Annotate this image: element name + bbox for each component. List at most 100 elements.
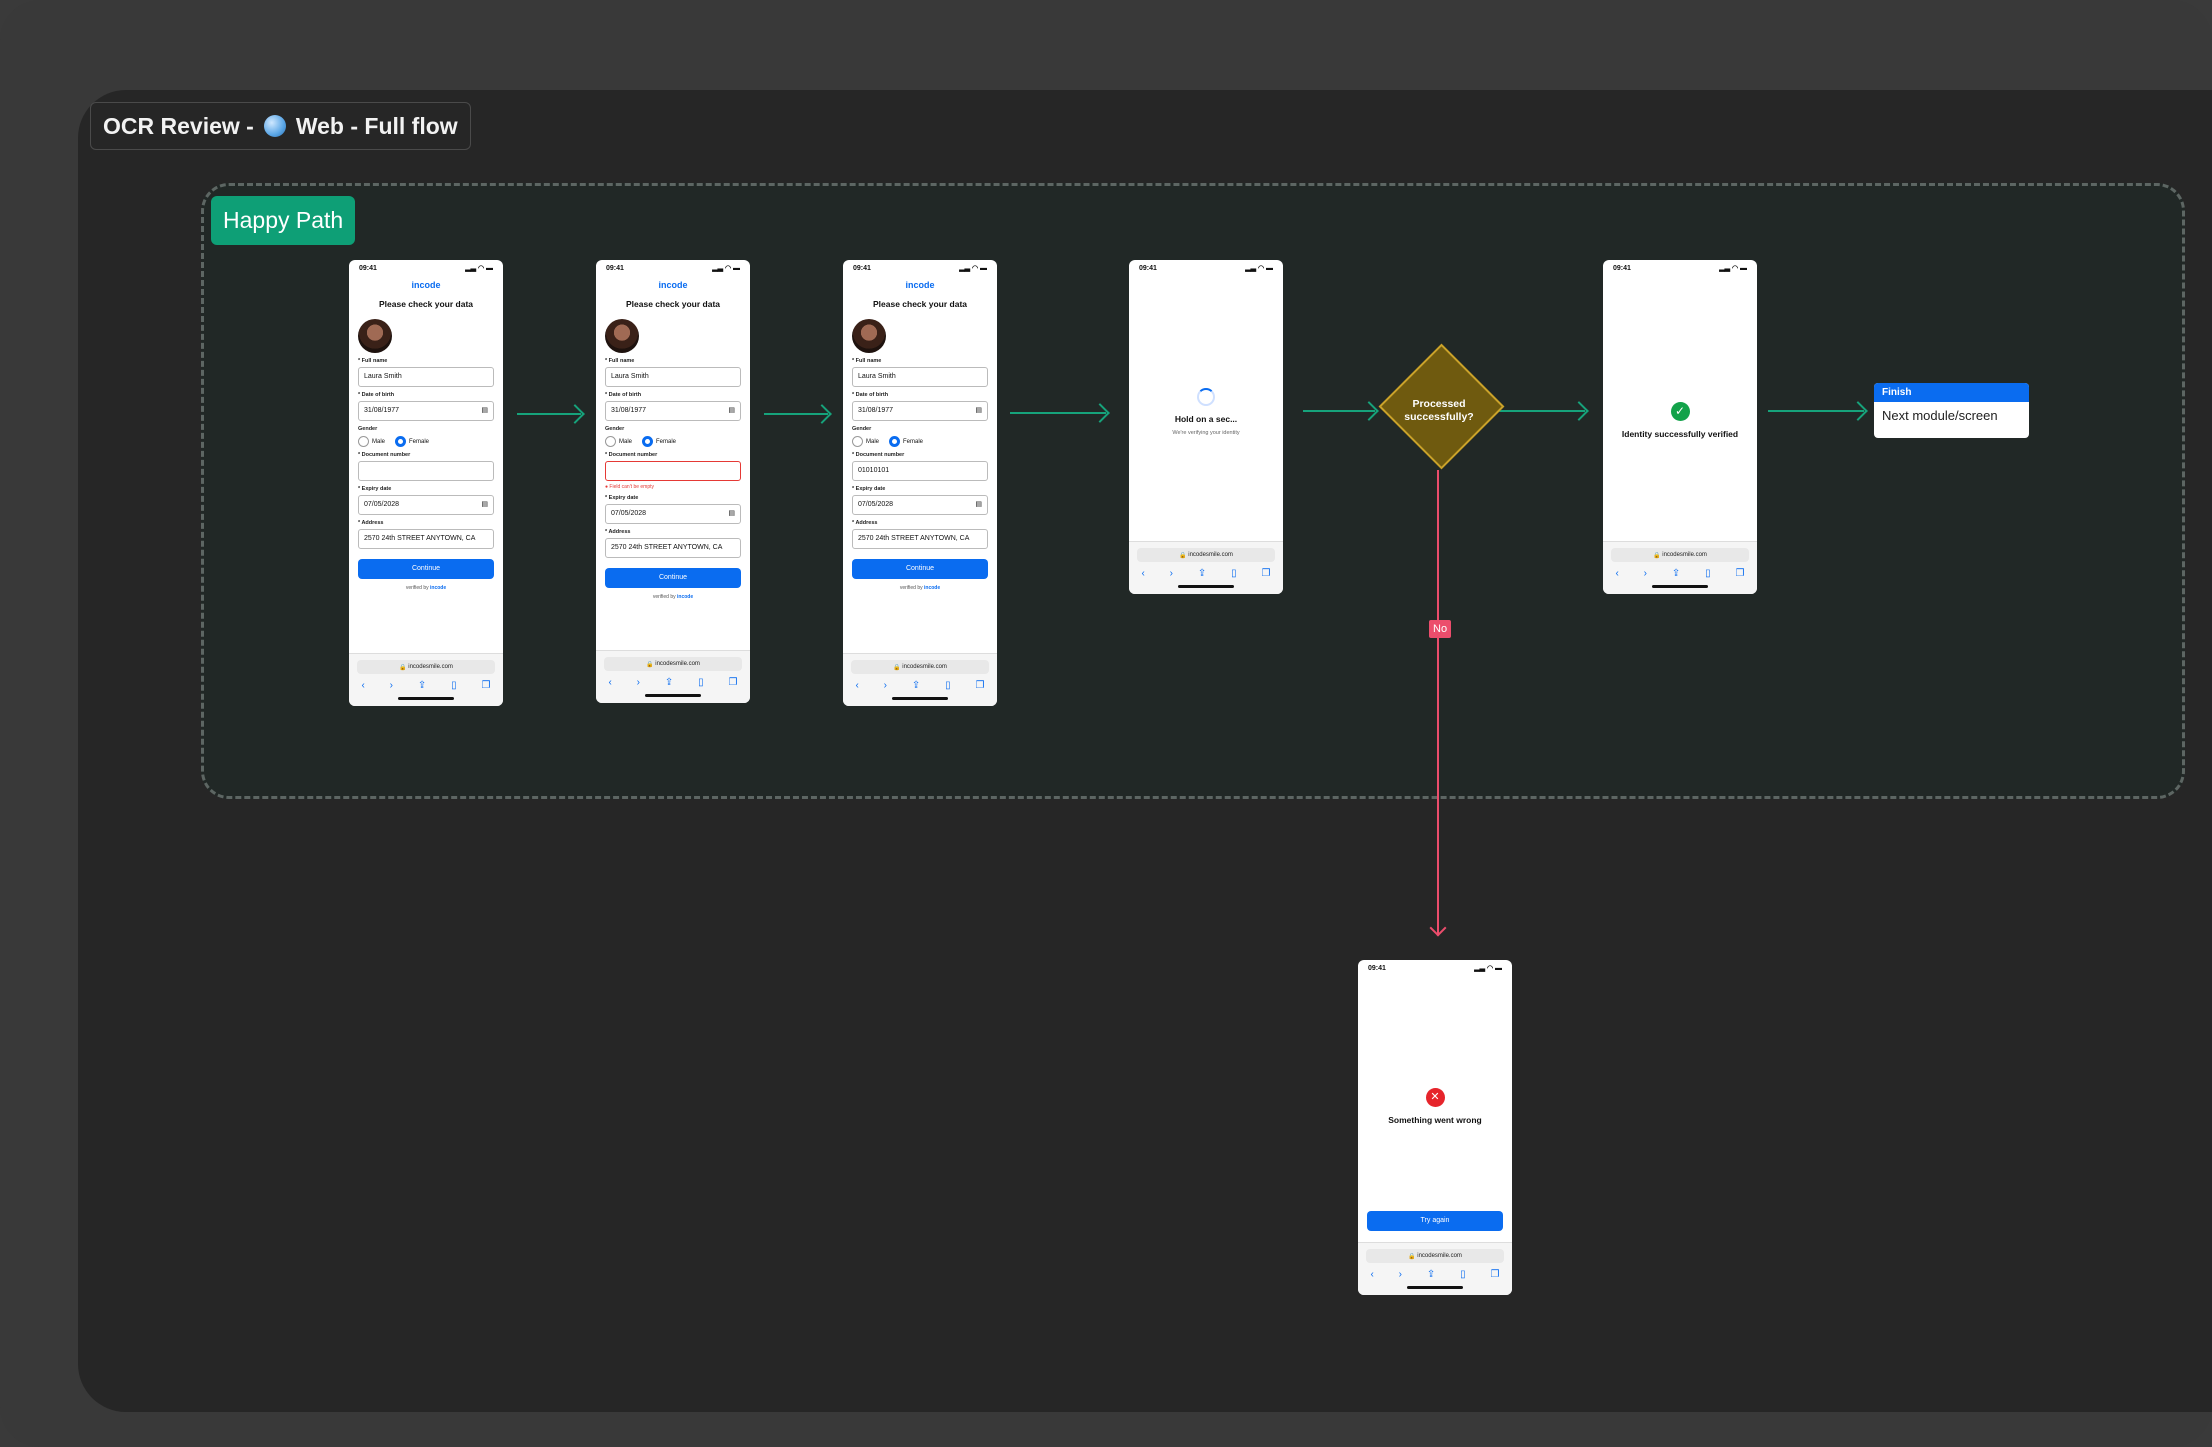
status-icons: ▂▃ ◠ ▬ — [1719, 265, 1747, 272]
calendar-icon: ▤ — [975, 501, 982, 508]
phone-screen-success[interactable]: 09:41 ▂▃ ◠ ▬ ✓ Identity successfully veri… — [1603, 260, 1757, 594]
screen-title: Please check your data — [872, 299, 968, 309]
bookmarks-icon[interactable]: ▯ — [1231, 568, 1237, 579]
share-icon[interactable]: ⇪ — [418, 680, 426, 691]
tabs-icon[interactable]: ❐ — [976, 680, 985, 691]
url-text: incodesmile.com — [1417, 1253, 1462, 1259]
tabs-icon[interactable]: ❐ — [1736, 568, 1745, 579]
dob-field[interactable]: 31/08/1977 ▤ — [852, 401, 988, 421]
back-icon[interactable]: ‹ — [608, 677, 611, 688]
forward-icon[interactable]: › — [390, 680, 393, 691]
continue-button[interactable]: Continue — [605, 568, 741, 588]
back-icon[interactable]: ‹ — [1370, 1269, 1373, 1280]
continue-button[interactable]: Continue — [852, 559, 988, 579]
url-bar[interactable]: 🔒 incodesmile.com — [851, 660, 989, 674]
bookmarks-icon[interactable]: ▯ — [1460, 1269, 1466, 1280]
tabs-icon[interactable]: ❐ — [1262, 568, 1271, 579]
phone-screen-form-empty[interactable]: 09:41 ▂▃ ◠ ▬ incode Please check your dat… — [349, 260, 503, 706]
address-value: 2570 24th STREET ANYTOWN, CA — [611, 544, 723, 551]
bookmarks-icon[interactable]: ▯ — [945, 680, 951, 691]
expiry-field[interactable]: 07/05/2028 ▤ — [852, 495, 988, 515]
document-number-label: * Document number — [605, 452, 658, 458]
decision-text: Processed successfully? — [1404, 398, 1474, 423]
url-bar[interactable]: 🔒 incodesmile.com — [357, 660, 495, 674]
forward-icon[interactable]: › — [1399, 1269, 1402, 1280]
phone-screen-loading[interactable]: 09:41 ▂▃ ◠ ▬ Hold on a sec... We're verif… — [1129, 260, 1283, 594]
share-icon[interactable]: ⇪ — [912, 680, 920, 691]
document-number-field-error[interactable] — [605, 461, 741, 481]
bookmarks-icon[interactable]: ▯ — [698, 677, 704, 688]
share-icon[interactable]: ⇪ — [665, 677, 673, 688]
radio-female[interactable]: Female — [642, 436, 676, 447]
female-label: Female — [409, 439, 430, 446]
try-again-button[interactable]: Try again — [1367, 1211, 1503, 1231]
url-bar[interactable]: 🔒 incodesmile.com — [604, 657, 742, 671]
tabs-icon[interactable]: ❐ — [1491, 1269, 1500, 1280]
fail-message: ✕ Something went wrong — [1358, 1088, 1512, 1125]
browser-nav: ‹ › ⇪ ▯ ❐ — [596, 677, 750, 688]
dob-value: 31/08/1977 — [364, 407, 400, 414]
share-icon[interactable]: ⇪ — [1427, 1269, 1435, 1280]
radio-male[interactable]: Male — [605, 436, 632, 447]
phone-screen-error[interactable]: 09:41 ▂▃ ◠ ▬ ✕ Something went wrong Try a… — [1358, 960, 1512, 1295]
forward-icon[interactable]: › — [637, 677, 640, 688]
dob-value: 31/08/1977 — [858, 407, 894, 414]
section-label[interactable]: Happy Path — [211, 196, 356, 245]
share-icon[interactable]: ⇪ — [1672, 568, 1680, 579]
phone-screen-form-error[interactable]: 09:41 ▂▃ ◠ ▬ incode Please check your dat… — [596, 260, 750, 703]
address-field[interactable]: 2570 24th STREET ANYTOWN, CA — [358, 529, 494, 549]
male-label: Male — [866, 439, 880, 446]
finish-node[interactable]: Finish Next module/screen — [1874, 383, 2029, 438]
continue-button[interactable]: Continue — [358, 559, 494, 579]
lock-icon: 🔒 — [1179, 552, 1187, 559]
error-text: Field can't be empty — [609, 484, 655, 490]
forward-icon[interactable]: › — [1170, 568, 1173, 579]
hold-title: Hold on a sec... — [1174, 414, 1238, 424]
expiry-field[interactable]: 07/05/2028 ▤ — [358, 495, 494, 515]
document-number-field[interactable]: 01010101 — [852, 461, 988, 481]
address-field[interactable]: 2570 24th STREET ANYTOWN, CA — [852, 529, 988, 549]
avatar — [852, 319, 886, 353]
radio-male[interactable]: Male — [852, 436, 879, 447]
frame-title[interactable]: OCR Review - Web - Full flow — [90, 102, 471, 150]
forward-icon[interactable]: › — [1644, 568, 1647, 579]
full-name-label: * Full name — [852, 358, 882, 364]
address-field[interactable]: 2570 24th STREET ANYTOWN, CA — [605, 538, 741, 558]
address-value: 2570 24th STREET ANYTOWN, CA — [858, 535, 970, 542]
back-icon[interactable]: ‹ — [361, 680, 364, 691]
address-value: 2570 24th STREET ANYTOWN, CA — [364, 535, 476, 542]
expiry-field[interactable]: 07/05/2028 ▤ — [605, 504, 741, 524]
status-time: 09:41 — [359, 264, 377, 272]
browser-bar: 🔒 incodesmile.com ‹ › ⇪ ▯ ❐ — [596, 650, 750, 703]
calendar-icon: ▤ — [481, 407, 488, 414]
url-bar[interactable]: 🔒 incodesmile.com — [1611, 548, 1749, 562]
status-time: 09:41 — [606, 264, 624, 272]
avatar — [358, 319, 392, 353]
url-bar[interactable]: 🔒 incodesmile.com — [1137, 548, 1275, 562]
dob-field[interactable]: 31/08/1977 ▤ — [358, 401, 494, 421]
verified-brand: incode — [430, 585, 447, 591]
bookmarks-icon[interactable]: ▯ — [1705, 568, 1711, 579]
radio-male[interactable]: Male — [358, 436, 385, 447]
phone-screen-form-filled[interactable]: 09:41 ▂▃ ◠ ▬ incode Please check your dat… — [843, 260, 997, 706]
url-bar[interactable]: 🔒 incodesmile.com — [1366, 1249, 1504, 1263]
full-name-field[interactable]: Laura Smith — [605, 367, 741, 387]
radio-female[interactable]: Female — [889, 436, 923, 447]
check-icon: ✓ — [1670, 402, 1690, 421]
document-number-field[interactable] — [358, 461, 494, 481]
share-icon[interactable]: ⇪ — [1198, 568, 1206, 579]
bookmarks-icon[interactable]: ▯ — [451, 680, 457, 691]
radio-female[interactable]: Female — [395, 436, 429, 447]
back-icon[interactable]: ‹ — [1141, 568, 1144, 579]
tabs-icon[interactable]: ❐ — [482, 680, 491, 691]
back-icon[interactable]: ‹ — [855, 680, 858, 691]
dob-field[interactable]: 31/08/1977 ▤ — [605, 401, 741, 421]
full-name-field[interactable]: Laura Smith — [358, 367, 494, 387]
forward-icon[interactable]: › — [884, 680, 887, 691]
back-icon[interactable]: ‹ — [1615, 568, 1618, 579]
logo: incode — [905, 280, 935, 290]
tabs-icon[interactable]: ❐ — [729, 677, 738, 688]
spinner-icon — [1197, 388, 1215, 406]
full-name-field[interactable]: Laura Smith — [852, 367, 988, 387]
full-name-label: * Full name — [605, 358, 635, 364]
